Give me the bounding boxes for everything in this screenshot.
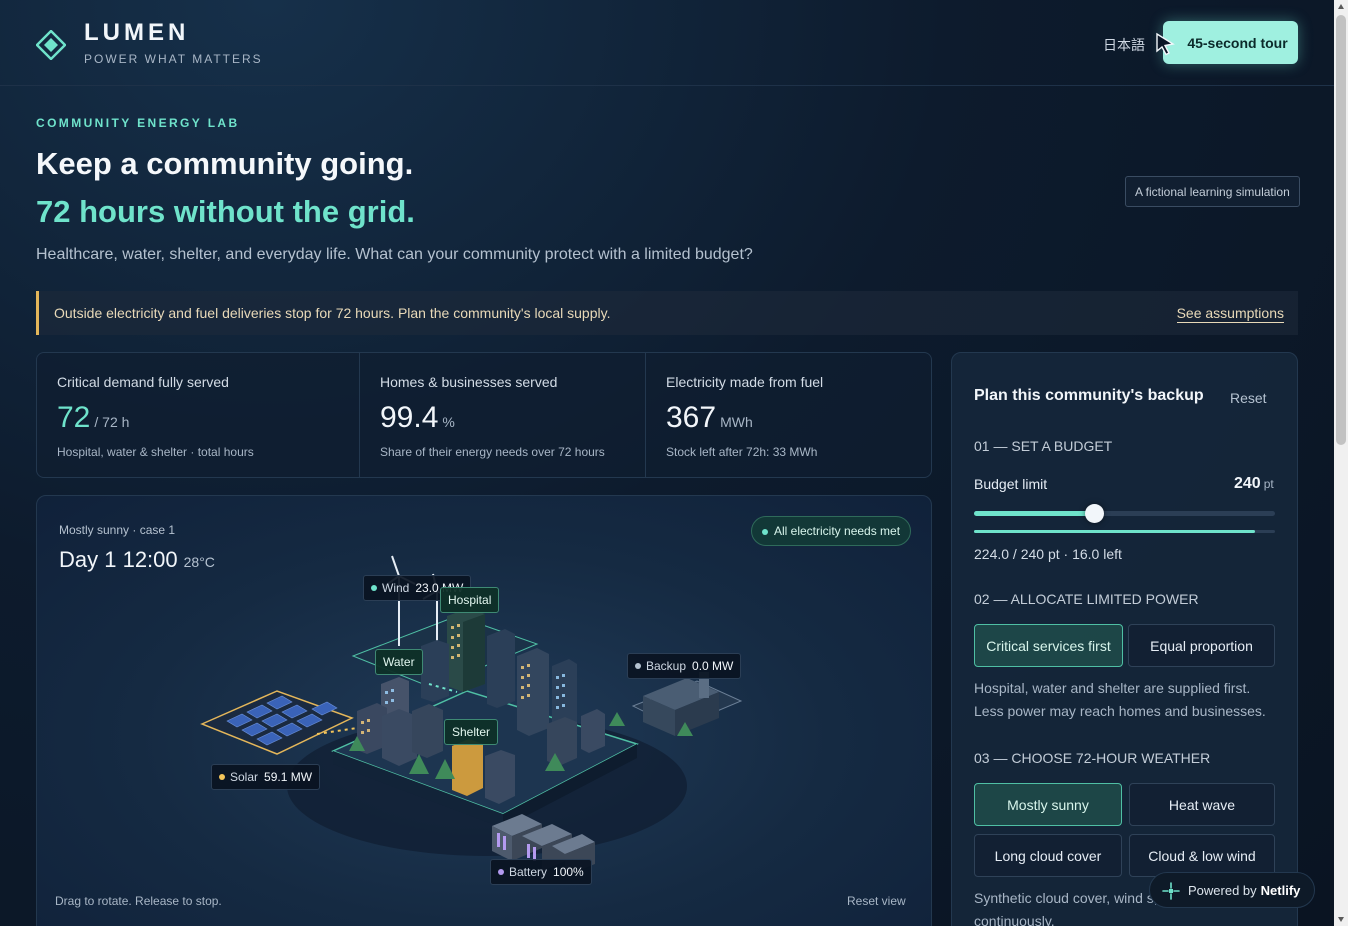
notice-banner: Outside electricity and fuel deliveries … (36, 291, 1298, 335)
stat-critical-demand: Critical demand fully served 72/ 72 h Ho… (37, 353, 359, 477)
netlify-icon (1162, 882, 1180, 900)
drag-hint: Drag to rotate. Release to stop. (55, 894, 222, 908)
weather-mostly-sunny[interactable]: Mostly sunny (974, 783, 1122, 826)
source-value: 100% (553, 865, 584, 879)
stat-unit: % (442, 414, 455, 430)
source-tag-battery: Battery 100% (490, 859, 592, 885)
weather-cloud-low-wind[interactable]: Cloud & low wind (1129, 834, 1275, 877)
source-dot (219, 774, 225, 780)
diamond-logo-icon (36, 30, 66, 60)
source-name: Solar (230, 770, 259, 784)
alloc-equal-proportion[interactable]: Equal proportion (1128, 624, 1275, 667)
stat-sub: Stock left after 72h: 33 MWh (666, 445, 818, 459)
stat-number: 367 (666, 401, 717, 434)
stat-value: 72/ 72 h (57, 401, 129, 435)
building-tag-water: Water (375, 649, 423, 675)
stat-label: Homes & businesses served (380, 374, 558, 390)
stat-label: Electricity made from fuel (666, 374, 824, 390)
section-eyebrow: COMMUNITY ENERGY LAB (36, 116, 240, 130)
netlify-brand: Netlify (1260, 882, 1301, 898)
scrollbar-thumb[interactable] (1336, 15, 1346, 445)
plan-panel: Plan this community's backup Reset 01 — … (951, 352, 1298, 926)
alloc-critical-first[interactable]: Critical services first (974, 624, 1123, 667)
step-allocate-heading: 02 — ALLOCATE LIMITED POWER (974, 591, 1199, 607)
page-scrollbar[interactable] (1334, 0, 1348, 926)
netlify-prefix: Powered by (1188, 882, 1257, 898)
stat-label: Critical demand fully served (57, 374, 229, 390)
source-value: 59.1 MW (264, 770, 313, 784)
budget-value: 240 pt (1234, 475, 1274, 493)
stat-sub: Hospital, water & shelter · total hours (57, 445, 254, 459)
panel-reset-button[interactable]: Reset (1230, 390, 1267, 406)
source-name: Battery (509, 865, 548, 879)
budget-used-bar (974, 530, 1275, 533)
weather-heat-wave[interactable]: Heat wave (1129, 783, 1275, 826)
scene-temperature: 28°C (183, 554, 215, 570)
status-badge: All electricity needs met (751, 516, 912, 546)
stat-number: 99.4 (380, 401, 439, 434)
weather-long-cloud-cover[interactable]: Long cloud cover (974, 834, 1122, 877)
page-lead: Healthcare, water, shelter, and everyday… (36, 246, 753, 263)
budget-slider-thumb[interactable] (1084, 504, 1104, 523)
stat-value: 99.4% (380, 401, 455, 435)
page-title: Keep a community going. (36, 146, 414, 181)
page: LUMEN POWER WHAT MATTERS 日本語 45-second t… (0, 0, 1334, 926)
budget-slider[interactable] (974, 504, 1275, 523)
city-scene[interactable]: Mostly sunny · case 1 Day 1 12:00 28°C Al… (36, 495, 932, 926)
building-tag-shelter: Shelter (444, 719, 499, 745)
fiction-badge: A fictional learning simulation (1125, 176, 1300, 207)
stat-unit: MWh (720, 414, 753, 430)
stats-card: Critical demand fully served 72/ 72 h Ho… (36, 352, 932, 478)
site-header: LUMEN POWER WHAT MATTERS 日本語 45-second t… (0, 0, 1334, 86)
budget-used-fill (974, 530, 1255, 533)
source-name: Wind (382, 581, 410, 595)
source-tag-backup: Backup 0.0 MW (627, 653, 742, 679)
panel-title: Plan this community's backup (974, 387, 1204, 404)
netlify-badge[interactable]: Powered by Netlify (1149, 872, 1315, 908)
stat-fuel-electricity: Electricity made from fuel 367 MWh Stock … (645, 353, 931, 477)
stat-value: 367 MWh (666, 401, 753, 435)
brand-name: LUMEN (84, 19, 190, 46)
source-tag-solar: Solar 59.1 MW (211, 764, 321, 790)
stat-sub: Share of their energy needs over 72 hour… (380, 445, 605, 459)
page-title-accent: 72 hours without the grid. (36, 194, 415, 229)
see-assumptions-link[interactable]: See assumptions (1176, 305, 1284, 323)
budget-label: Budget limit (974, 476, 1048, 492)
language-switch[interactable]: 日本語 (1103, 35, 1145, 55)
scene-clock: Day 1 12:00 (59, 547, 178, 572)
source-dot (635, 663, 641, 669)
alloc-description: Hospital, water and shelter are supplied… (974, 680, 1266, 719)
budget-used-text: 224.0 / 240 pt · 16.0 left (974, 546, 1122, 562)
step-budget-heading: 01 — SET A BUDGET (974, 438, 1113, 454)
stat-homes-served: Homes & businesses served 99.4% Share of… (359, 353, 645, 477)
source-value: 0.0 MW (692, 659, 734, 673)
budget-number: 240 (1234, 475, 1261, 492)
cursor-arrow-icon (1156, 32, 1175, 56)
scroll-down-arrow-icon[interactable] (1337, 915, 1345, 923)
source-name: Backup (646, 659, 687, 673)
budget-unit: pt (1263, 477, 1274, 491)
source-dot (498, 869, 504, 875)
scene-subtitle: Mostly sunny · case 1 (59, 523, 176, 537)
notice-text: Outside electricity and fuel deliveries … (54, 305, 611, 321)
source-dot (371, 585, 377, 591)
scroll-up-arrow-icon[interactable] (1337, 3, 1345, 11)
stat-number: 72 (57, 401, 91, 434)
stat-unit: / 72 h (94, 414, 130, 430)
brand-tagline: POWER WHAT MATTERS (84, 52, 263, 66)
step-weather-heading: 03 — CHOOSE 72-HOUR WEATHER (974, 750, 1211, 766)
tour-button[interactable]: 45-second tour (1163, 21, 1298, 64)
reset-view-button[interactable]: Reset view (847, 894, 906, 908)
scene-time: Day 1 12:00 28°C (59, 547, 215, 573)
budget-slider-fill (974, 511, 1095, 516)
building-tag-hospital: Hospital (440, 587, 500, 613)
